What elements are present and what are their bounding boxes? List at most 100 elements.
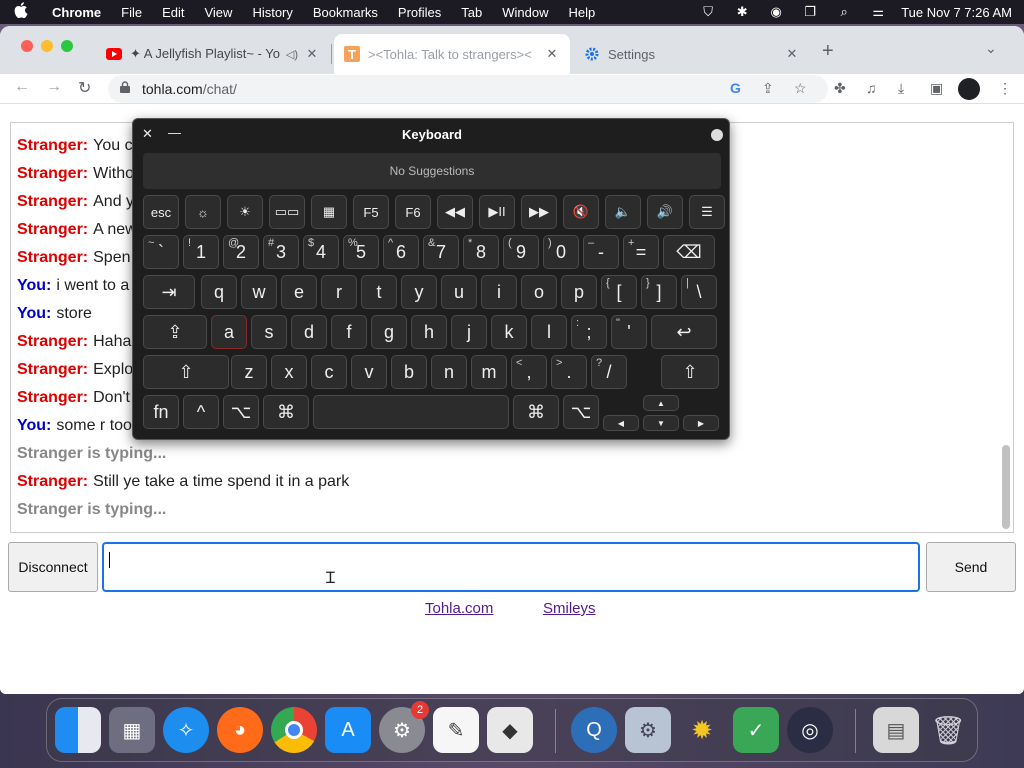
key-fn-row[interactable]: F6	[395, 195, 431, 229]
key-option[interactable]: ⌥	[223, 395, 259, 429]
key-letter[interactable]: o	[521, 275, 557, 309]
send-button[interactable]: Send	[926, 542, 1016, 592]
profile-avatar-icon[interactable]	[958, 78, 980, 100]
bookmark-star-icon[interactable]: ☆	[794, 80, 807, 97]
key-arrow-left[interactable]: ◀	[603, 415, 639, 431]
key-letter[interactable]: g	[371, 315, 407, 349]
media-control-icon[interactable]: ♫	[866, 80, 877, 96]
menu-history[interactable]: History	[242, 5, 302, 20]
extensions-puzzle-icon[interactable]: ✤	[834, 80, 846, 97]
key-letter[interactable]: b	[391, 355, 427, 389]
chat-message-input[interactable]: Ɪ	[102, 542, 920, 592]
key-letter[interactable]: j	[451, 315, 487, 349]
key-letter[interactable]: y	[401, 275, 437, 309]
app-store-icon[interactable]: A	[325, 707, 371, 753]
key-fn-row[interactable]: ☰	[689, 195, 725, 229]
key-letter[interactable]: }]	[641, 275, 677, 309]
key-letter[interactable]: a	[211, 315, 247, 349]
reload-icon[interactable]: ↻	[78, 78, 91, 98]
key-number-row[interactable]: – -	[583, 235, 619, 269]
key-fn-row[interactable]: 🔇	[563, 195, 599, 229]
menu-view[interactable]: View	[194, 5, 242, 20]
tab-close-icon[interactable]: ✕	[784, 46, 800, 62]
key-letter[interactable]: ⇪	[143, 315, 207, 349]
obs-icon[interactable]: ◎	[787, 707, 833, 753]
menu-file[interactable]: File	[111, 5, 152, 20]
google-translate-icon[interactable]: G	[730, 80, 741, 96]
menu-tab[interactable]: Tab	[451, 5, 492, 20]
key-letter[interactable]: c	[311, 355, 347, 389]
window-zoom-button[interactable]	[61, 40, 73, 52]
url-text[interactable]: tohla.com/chat/	[142, 81, 237, 97]
key-letter[interactable]: i	[481, 275, 517, 309]
key-number-row[interactable]: $4	[303, 235, 339, 269]
menu-profiles[interactable]: Profiles	[388, 5, 451, 20]
key-letter[interactable]: ↩	[651, 315, 717, 349]
key-letter[interactable]: {[	[601, 275, 637, 309]
key-number-row[interactable]: (9	[503, 235, 539, 269]
key-fn-row[interactable]: F5	[353, 195, 389, 229]
key-fn-row[interactable]: 🔊	[647, 195, 683, 229]
key-letter[interactable]: q	[201, 275, 237, 309]
key-letter[interactable]: " '	[611, 315, 647, 349]
tab-search-chevron-icon[interactable]: ⌄	[985, 40, 997, 57]
play-circle-icon[interactable]: ◉	[759, 4, 793, 20]
menu-bookmarks[interactable]: Bookmarks	[303, 5, 388, 20]
key-letter[interactable]: k	[491, 315, 527, 349]
key-letter[interactable]: p	[561, 275, 597, 309]
tohla-home-link[interactable]: Tohla.com	[425, 600, 493, 617]
key-letter[interactable]: t	[361, 275, 397, 309]
apple-menu-icon[interactable]	[0, 2, 42, 22]
shield-icon[interactable]: ⛉	[691, 4, 725, 20]
disconnect-button[interactable]: Disconnect	[8, 542, 98, 592]
safari-icon[interactable]: ✧	[163, 707, 209, 753]
key-fn-row[interactable]: ▶▶	[521, 195, 557, 229]
key-letter[interactable]: v	[351, 355, 387, 389]
menu-window[interactable]: Window	[492, 5, 558, 20]
key-letter[interactable]: ? /	[591, 355, 627, 389]
spotlight-search-icon[interactable]: ⌕	[827, 4, 861, 20]
key-fn-row[interactable]: ▶II	[479, 195, 515, 229]
key-fn-row[interactable]: ▭▭	[269, 195, 305, 229]
key-letter[interactable]: ⇥	[143, 275, 195, 309]
key-letter[interactable]: h	[411, 315, 447, 349]
back-arrow-icon[interactable]: ←	[14, 78, 30, 96]
finder-icon[interactable]	[55, 707, 101, 753]
keyboard-options-icon[interactable]	[711, 129, 723, 141]
key-letter[interactable]: u	[441, 275, 477, 309]
key-arrow-up[interactable]: ▲	[643, 395, 679, 411]
key-fn[interactable]: fn	[143, 395, 179, 429]
key-letter[interactable]: r	[321, 275, 357, 309]
key-letter[interactable]: m	[471, 355, 507, 389]
more-menu-icon[interactable]: ⋮	[998, 80, 1012, 97]
key-letter[interactable]: f	[331, 315, 367, 349]
roblox-icon[interactable]: ◆	[487, 707, 533, 753]
forward-arrow-icon[interactable]: →	[46, 78, 62, 96]
tab-close-icon[interactable]: ✕	[544, 46, 560, 62]
key-number-row[interactable]: & 7	[423, 235, 459, 269]
key-number-row[interactable]: ) 0	[543, 235, 579, 269]
document-stack-icon[interactable]: ▤	[873, 707, 919, 753]
menu-clock[interactable]: Tue Nov 7 7:26 AM	[895, 5, 1024, 20]
key-number-row[interactable]: ~ `	[143, 235, 179, 269]
key-number-row[interactable]: @2	[223, 235, 259, 269]
key-control[interactable]: ^	[183, 395, 219, 429]
key-number-row[interactable]: % 5	[343, 235, 379, 269]
launchpad-icon[interactable]: ▦	[109, 707, 155, 753]
adguard-icon[interactable]: ✓	[733, 707, 779, 753]
key-command[interactable]: ⌘	[263, 395, 309, 429]
system-preferences-icon[interactable]: ⚙ 2	[379, 701, 429, 753]
key-letter[interactable]: :;	[571, 315, 607, 349]
key-letter[interactable]: n	[431, 355, 467, 389]
key-letter[interactable]: w	[241, 275, 277, 309]
key-letter[interactable]: x	[271, 355, 307, 389]
key-number-row[interactable]: ^ 6	[383, 235, 419, 269]
tab-settings[interactable]: Settings ✕	[574, 34, 810, 74]
chat-scrollbar[interactable]	[1002, 445, 1010, 529]
key-letter[interactable]: d	[291, 315, 327, 349]
key-fn-row[interactable]: ▦	[311, 195, 347, 229]
key-letter[interactable]: s	[251, 315, 287, 349]
key-letter[interactable]: <,	[511, 355, 547, 389]
textedit-icon[interactable]: ✎	[433, 707, 479, 753]
download-icon[interactable]: ⤓	[898, 80, 904, 97]
